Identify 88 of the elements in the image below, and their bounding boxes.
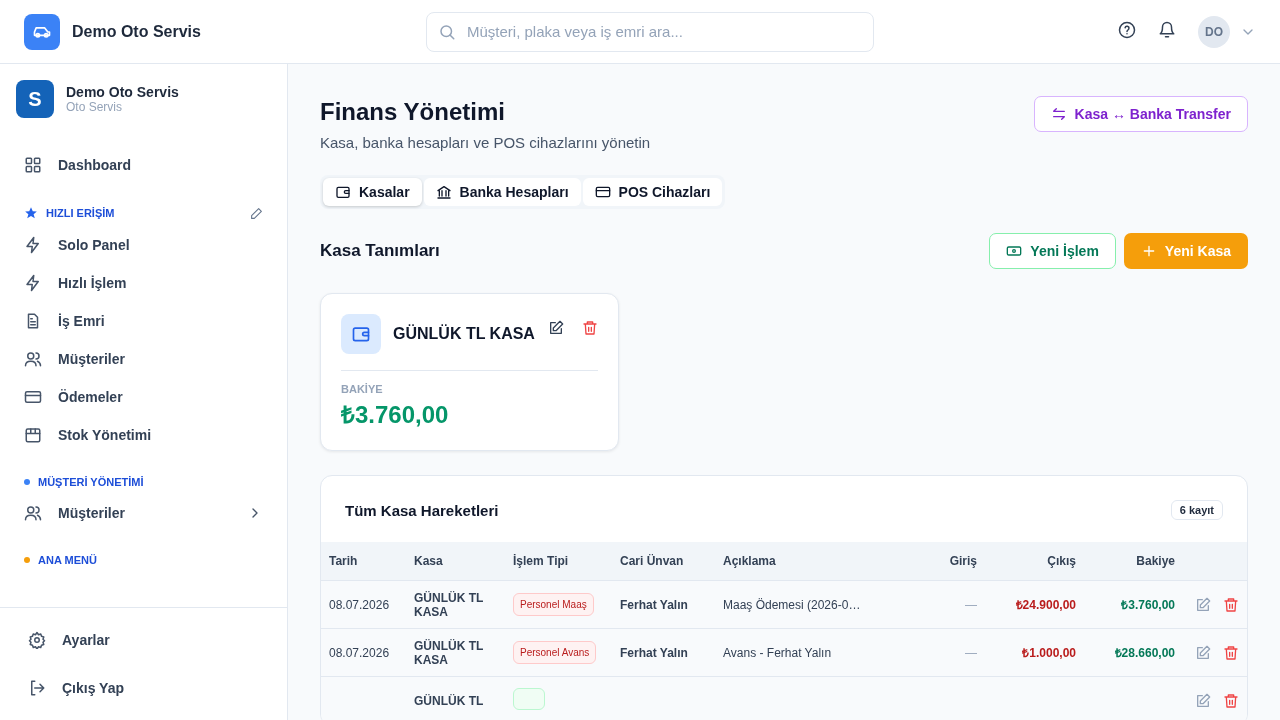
tab[interactable]: Banka Hesapları: [423, 178, 581, 206]
card-icon: [24, 388, 42, 406]
edit-button[interactable]: [548, 320, 564, 336]
section-title: HIZLI ERİŞİM: [46, 207, 116, 219]
bolt-icon: [24, 274, 42, 292]
table-cell: —: [905, 580, 985, 629]
edit-icon: [1195, 596, 1211, 613]
nav-item[interactable]: Dashboard: [16, 146, 271, 184]
column-header: Açıklama: [715, 542, 905, 581]
transfer-button[interactable]: Kasa ↔ Banka Transfer: [1033, 96, 1248, 132]
table-cell: Ferhat Yalın: [612, 580, 715, 629]
logout-icon: [28, 679, 46, 697]
record-count: 6 kayıt: [1170, 500, 1223, 520]
search-field[interactable]: Müşteri, plaka veya iş emri ara...: [426, 11, 874, 52]
nav-item[interactable]: Ödemeler: [16, 378, 271, 416]
bell-icon: [1158, 20, 1176, 39]
balance-amount: ₺3.760,00: [341, 400, 450, 430]
section-title: MÜŞTERİ YÖNETİMİ: [38, 476, 145, 488]
bank-icon: [435, 184, 452, 200]
table-cell: GÜNLÜK TL KASA: [406, 628, 505, 677]
cash-box-name: GÜNLÜK TL KASA: [393, 325, 536, 343]
trash-icon: [582, 320, 598, 336]
delete-button[interactable]: [1223, 596, 1239, 613]
nav-item[interactable]: Hızlı İşlem: [16, 264, 271, 302]
wallet-icon: [351, 324, 371, 344]
table-cell: Ferhat Yalın: [612, 628, 715, 677]
users-icon: [24, 504, 42, 522]
action-button[interactable]: Yeni İşlem: [989, 233, 1116, 269]
column-header: Tarih: [321, 542, 406, 581]
user-avatar[interactable]: DO: [1198, 15, 1230, 48]
trash-icon: [1223, 596, 1239, 613]
tab[interactable]: Kasalar: [323, 178, 422, 206]
delete-button[interactable]: [1223, 692, 1239, 709]
table-cell: Avans - Ferhat Yalın: [715, 628, 905, 677]
box-icon: [24, 426, 42, 444]
table-title: Tüm Kasa Hareketleri: [345, 501, 499, 519]
nav-item[interactable]: Stok Yönetimi: [16, 416, 271, 454]
table-cell: ₺3.760,00: [1084, 580, 1183, 629]
users-icon: [24, 350, 42, 368]
pencil-icon: [250, 206, 263, 220]
card-icon: [594, 184, 611, 200]
brand-name: Demo Oto Servis: [72, 22, 202, 41]
table-cell: 08.07.2026: [321, 628, 406, 677]
edit-icon: [1195, 692, 1211, 709]
nav-item[interactable]: Çıkış Yap: [16, 664, 271, 712]
edit-icon: [1195, 644, 1211, 661]
nav-item[interactable]: Müşteriler: [16, 340, 271, 378]
column-header: Bakiye: [1084, 542, 1183, 581]
page-title: Finans Yönetimi: [320, 98, 506, 126]
edit-icon: [548, 320, 564, 336]
wallet-icon: [335, 184, 351, 200]
type-tag: Personel Maaş: [513, 593, 594, 616]
section-title: ANA MENÜ: [38, 554, 98, 566]
trash-icon: [1223, 644, 1239, 661]
type-tag: Personel Avans: [513, 641, 597, 664]
table-cell: ₺28.660,00: [1084, 628, 1183, 677]
nav-item[interactable]: Solo Panel: [16, 226, 271, 264]
swap-icon: [1050, 106, 1067, 122]
delete-button[interactable]: [1223, 644, 1239, 661]
column-header: Giriş: [905, 542, 985, 581]
trash-icon: [1223, 692, 1239, 709]
nav-item[interactable]: İş Emri: [16, 302, 271, 340]
table-cell: GÜNLÜK TL KASA: [406, 580, 505, 629]
column-header: Çıkış: [985, 542, 1084, 581]
bolt-icon: [24, 236, 42, 254]
org-name: Demo Oto Servis: [66, 84, 179, 100]
org-subtitle: Oto Servis: [66, 100, 123, 114]
column-header: Cari Ünvan: [612, 542, 715, 581]
column-header: Kasa: [406, 542, 505, 581]
tab[interactable]: POS Cihazları: [582, 178, 723, 206]
gear-icon: [28, 631, 46, 649]
column-header: İşlem Tipi: [505, 542, 612, 581]
grid-icon: [24, 156, 42, 174]
balance-label: BAKİYE: [341, 383, 384, 395]
table-cell: GÜNLÜK TL: [406, 676, 505, 720]
table-cell: —: [905, 628, 985, 677]
nav-item[interactable]: Müşteriler: [16, 494, 271, 532]
nav-item[interactable]: Ayarlar: [16, 616, 271, 664]
table-cell: Maaş Ödemesi (2026-0…: [715, 580, 905, 629]
section-heading: Kasa Tanımları: [320, 241, 440, 261]
cash-icon: [1006, 243, 1023, 259]
help-icon: [1118, 20, 1136, 39]
table-cell: 08.07.2026: [321, 580, 406, 629]
delete-button[interactable]: [582, 320, 598, 336]
org-logo: S: [16, 80, 54, 118]
page-subtitle: Kasa, banka hesapları ve POS cihazlarını yönetin: [320, 134, 651, 151]
table-cell: ₺1.000,00: [985, 628, 1084, 677]
table-cell: ₺24.900,00: [985, 580, 1084, 629]
